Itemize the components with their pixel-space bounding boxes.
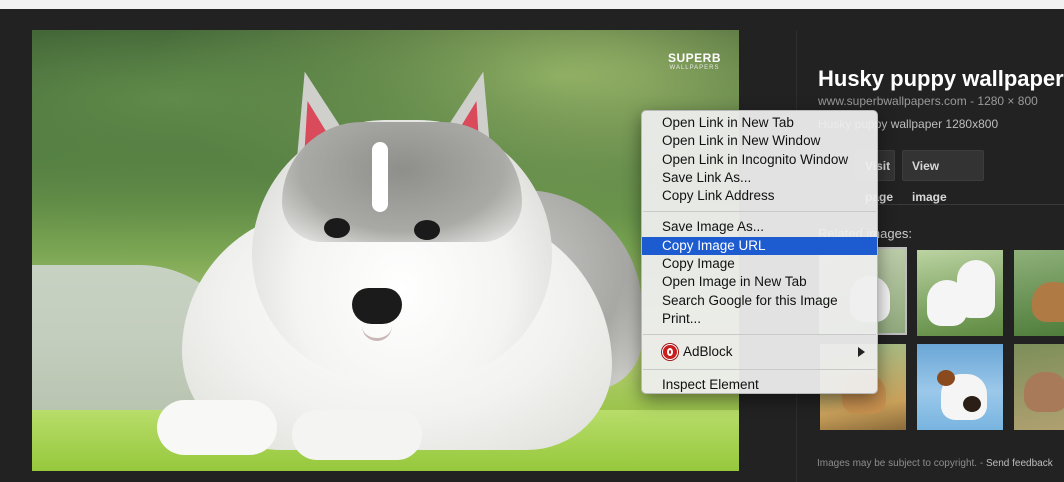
thumb-dog — [957, 260, 995, 318]
submenu-arrow-icon — [858, 347, 865, 358]
watermark-logo: SUPERB WALLPAPERS — [668, 51, 722, 72]
menu-item-open-link-new-window[interactable]: Open Link in New Window — [642, 132, 877, 150]
menu-item-save-link-as[interactable]: Save Link As... — [642, 169, 877, 187]
thumb-dog-ear — [937, 370, 955, 386]
menu-item-open-image-new-tab[interactable]: Open Image in New Tab — [642, 273, 877, 291]
logo-sub-text: WALLPAPERS — [669, 65, 720, 71]
puppy-eye-left — [324, 218, 350, 238]
menu-item-print[interactable]: Print... — [642, 310, 877, 328]
image-source-meta[interactable]: www.superbwallpapers.com - 1280 × 800 — [818, 94, 1038, 108]
send-feedback-link[interactable]: Send feedback — [986, 458, 1053, 469]
menu-separator — [643, 211, 876, 213]
menu-item-open-link-new-tab[interactable]: Open Link in New Tab — [642, 114, 877, 132]
thumb-dog-patch — [963, 396, 981, 412]
menu-item-copy-image-url[interactable]: Copy Image URL — [642, 236, 877, 256]
menu-item-inspect-element[interactable]: Inspect Element — [642, 376, 877, 394]
logo-main-text: SUPERB — [668, 51, 722, 65]
menu-item-copy-link-address[interactable]: Copy Link Address — [642, 187, 877, 205]
menu-item-open-link-incognito[interactable]: Open Link in Incognito Window — [642, 151, 877, 169]
puppy-eye-right — [414, 220, 440, 240]
context-menu: Open Link in New Tab Open Link in New Wi… — [641, 110, 878, 394]
puppy-blaze — [372, 142, 388, 212]
adblock-label: AdBlock — [683, 344, 733, 360]
puppy-head-markings — [282, 122, 522, 242]
menu-item-adblock[interactable]: AdBlock — [642, 341, 877, 363]
thumb-animal — [1024, 372, 1064, 412]
related-image-thumbnail[interactable] — [917, 250, 1003, 336]
top-bar — [0, 0, 1064, 9]
menu-item-search-google-image[interactable]: Search Google for this Image — [642, 292, 877, 310]
thumb-dog — [1032, 282, 1064, 322]
menu-separator — [643, 369, 876, 371]
related-image-thumbnail[interactable] — [917, 344, 1003, 430]
preview-image[interactable]: SUPERB WALLPAPERS — [32, 30, 739, 471]
menu-item-copy-image[interactable]: Copy Image — [642, 255, 877, 273]
related-image-thumbnail[interactable] — [1014, 344, 1064, 430]
related-image-thumbnail[interactable] — [1014, 250, 1064, 336]
puppy-nose — [352, 288, 402, 324]
menu-item-save-image-as[interactable]: Save Image As... — [642, 218, 877, 236]
image-title[interactable]: Husky puppy wallpaper — [818, 66, 1064, 92]
menu-separator — [643, 334, 876, 336]
view-image-button[interactable]: View image — [902, 150, 984, 204]
copyright-text: Images may be subject to copyright. — [817, 458, 978, 469]
preview-pointer — [91, 0, 111, 8]
puppy-paw-left — [157, 400, 277, 455]
adblock-icon — [662, 344, 678, 361]
copyright-notice: Images may be subject to copyright. - Se… — [817, 458, 1053, 469]
puppy-paw-right — [292, 410, 422, 460]
